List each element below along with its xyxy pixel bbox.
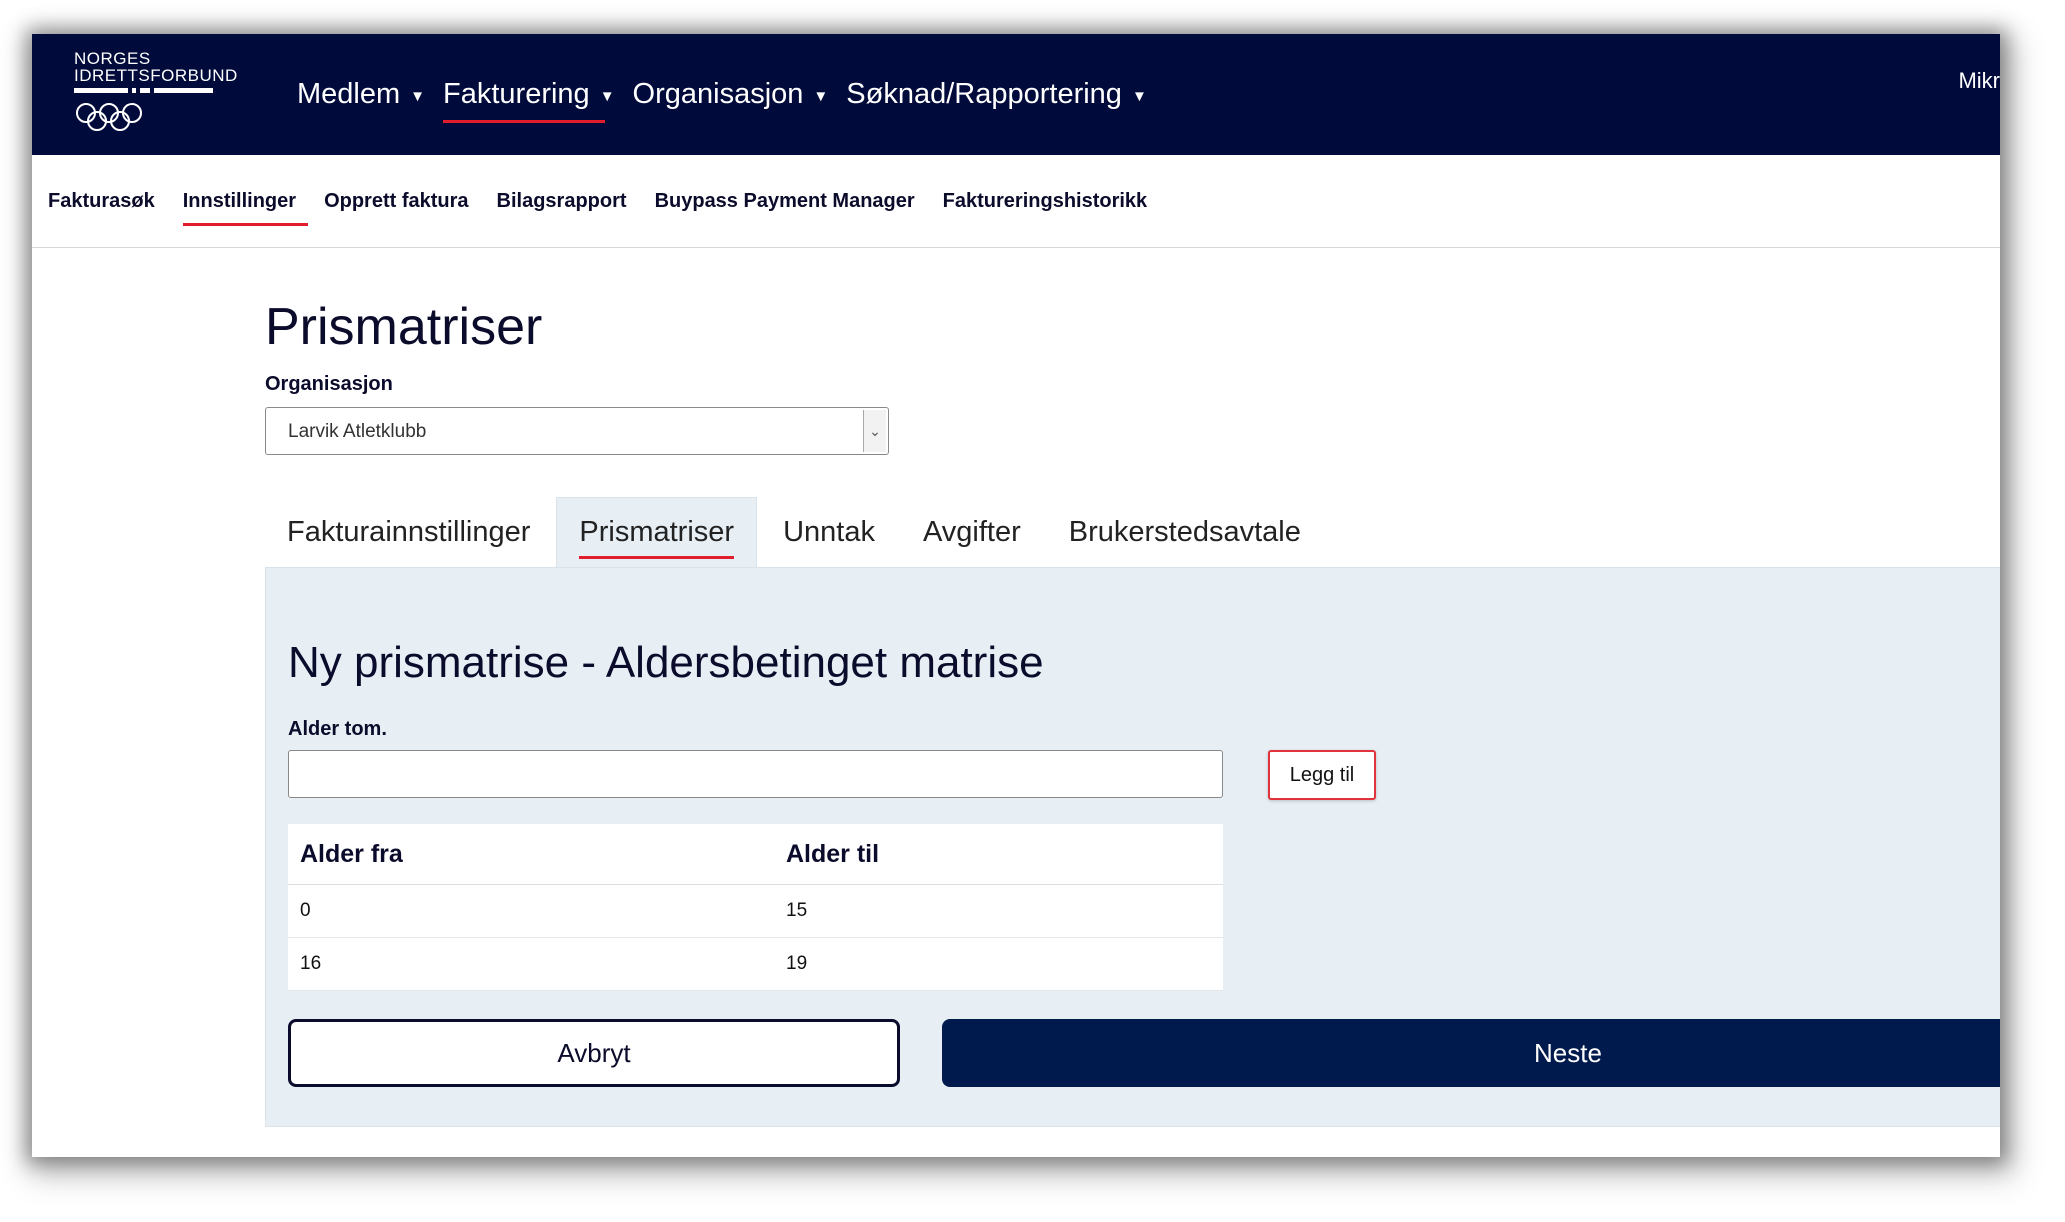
- subnav-buypass-payment-manager[interactable]: Buypass Payment Manager: [655, 186, 915, 217]
- table-header-row: Alder fra Alder til: [288, 824, 1223, 885]
- top-header: NORGES IDRETTSFORBUND Medlem ▼ Faktureri…: [32, 34, 2000, 155]
- subnav-opprett-faktura[interactable]: Opprett faktura: [324, 186, 468, 217]
- tab-avgifter[interactable]: Avgifter: [901, 497, 1043, 567]
- subnav-fakturasok[interactable]: Fakturasøk: [48, 186, 155, 217]
- nav-label: Organisasjon: [632, 78, 804, 110]
- caret-down-icon: ▼: [1131, 88, 1147, 105]
- caret-down-icon: ▼: [410, 88, 426, 105]
- next-button[interactable]: Neste: [942, 1019, 2000, 1087]
- subnav-bilagsrapport[interactable]: Bilagsrapport: [497, 186, 627, 217]
- olympic-rings-icon: [76, 103, 142, 131]
- panel-heading: Ny prismatrise - Aldersbetinget matrise: [288, 638, 1044, 687]
- caret-down-icon: ▼: [813, 88, 829, 105]
- column-header-age-from: Alder fra: [288, 824, 774, 885]
- table-row: 0 15: [288, 884, 1223, 938]
- nav-medlem[interactable]: Medlem ▼: [297, 34, 425, 155]
- organisation-select[interactable]: Larvik Atletklubb ⌄: [265, 407, 889, 455]
- column-header-age-to: Alder til: [774, 824, 1223, 885]
- age-table: Alder fra Alder til 0 15 16 19: [288, 824, 1223, 991]
- nav-organisasjon[interactable]: Organisasjon ▼: [633, 34, 829, 155]
- logo-line-2: IDRETTSFORBUND: [74, 66, 238, 85]
- nav-label: Søknad/Rapportering: [846, 78, 1122, 110]
- cell-age-to: 19: [774, 937, 1223, 991]
- tab-brukerstedsavtale[interactable]: Brukerstedsavtale: [1047, 497, 1323, 567]
- tab-prismatriser[interactable]: Prismatriser: [556, 497, 758, 567]
- caret-down-icon: ▼: [599, 88, 615, 105]
- nav-label: Medlem: [297, 78, 401, 110]
- nav-label: Fakturering: [443, 78, 590, 110]
- chevron-down-icon[interactable]: ⌄: [863, 410, 886, 452]
- subnav-faktureringshistorikk[interactable]: Faktureringshistorikk: [943, 186, 1148, 217]
- settings-tabs: Fakturainnstillinger Prismatriser Unntak…: [265, 497, 1327, 567]
- page-title: Prismatriser: [265, 298, 543, 356]
- browser-window: NORGES IDRETTSFORBUND Medlem ▼ Faktureri…: [32, 34, 2000, 1157]
- tab-fakturainnstillinger[interactable]: Fakturainnstillinger: [265, 497, 552, 567]
- nav-soknad-rapportering[interactable]: Søknad/Rapportering ▼: [846, 34, 1147, 155]
- logo-line-1: NORGES: [74, 49, 151, 68]
- organisation-select-value: Larvik Atletklubb: [288, 421, 427, 442]
- subnav-innstillinger[interactable]: Innstillinger: [182, 186, 309, 226]
- organisation-label: Organisasjon: [265, 373, 393, 395]
- sub-nav: Fakturasøk Innstillinger Opprett faktura…: [32, 155, 2000, 248]
- cell-age-from: 0: [288, 884, 774, 938]
- user-menu[interactable]: Mikr: [1958, 68, 2000, 94]
- age-to-input[interactable]: [288, 750, 1223, 798]
- tab-unntak[interactable]: Unntak: [761, 497, 897, 567]
- nif-logo[interactable]: NORGES IDRETTSFORBUND: [74, 49, 238, 142]
- add-button[interactable]: Legg til: [1268, 750, 1376, 800]
- cancel-button[interactable]: Avbryt: [288, 1019, 900, 1087]
- age-to-label: Alder tom.: [288, 718, 387, 740]
- cell-age-from: 16: [288, 937, 774, 991]
- nav-fakturering[interactable]: Fakturering ▼: [443, 34, 615, 155]
- table-row: 16 19: [288, 937, 1223, 991]
- tab-panel: Ny prismatrise - Aldersbetinget matrise …: [265, 567, 2000, 1127]
- logo-flag-bars: [74, 86, 214, 96]
- main-nav: Medlem ▼ Fakturering ▼ Organisasjon ▼ Sø…: [297, 34, 1165, 155]
- cell-age-to: 15: [774, 884, 1223, 938]
